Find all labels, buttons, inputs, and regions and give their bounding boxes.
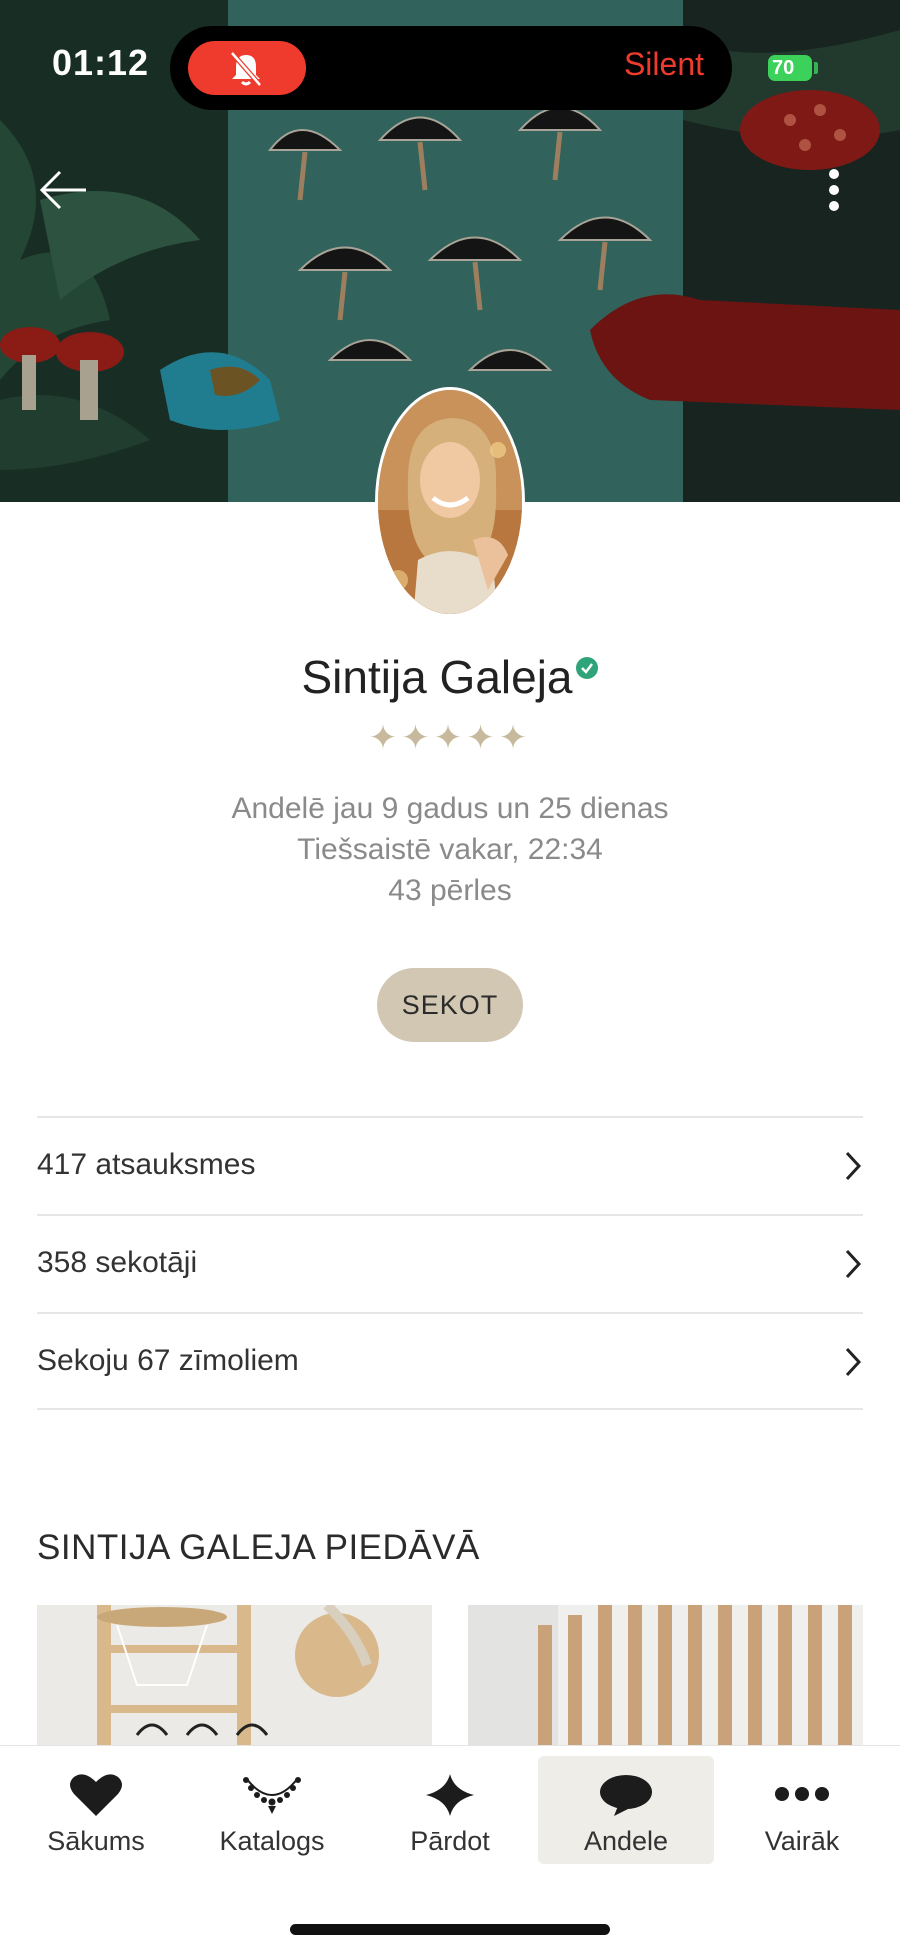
- followers-row[interactable]: 358 sekotāji: [37, 1214, 863, 1312]
- last-online: Tiešsaistē vakar, 22:34: [297, 833, 603, 866]
- nav-item-home[interactable]: Sākums: [8, 1756, 184, 1864]
- arrow-left-icon: [39, 170, 86, 210]
- battery-tip: [814, 62, 818, 74]
- product-image: [468, 1605, 863, 1755]
- more-options-button[interactable]: [814, 164, 854, 220]
- more-vertical-icon: [829, 169, 839, 211]
- back-button[interactable]: [34, 160, 94, 220]
- bottom-navigation: Sākums Katalogs Pārdot Andele Vairāk: [0, 1745, 900, 1952]
- nav-item-more[interactable]: Vairāk: [714, 1756, 890, 1864]
- nav-item-catalog[interactable]: Katalogs: [184, 1756, 360, 1864]
- following-brands-label: Sekoju 67 zīmoliem: [37, 1344, 299, 1377]
- verified-badge-icon: [575, 657, 598, 679]
- avatar-photo: [378, 390, 522, 614]
- chat-bubble-icon: [600, 1775, 652, 1816]
- chevron-right-icon: [845, 1151, 862, 1181]
- offers-section-title: SINTIJA GALEJA PIEDĀVĀ: [37, 1528, 480, 1567]
- nav-label-more: Vairāk: [764, 1826, 840, 1856]
- profile-name: Sintija Galeja: [301, 651, 573, 703]
- diamond-star-icon: [426, 1774, 474, 1816]
- product-image: [37, 1605, 432, 1755]
- following-brands-row[interactable]: Sekoju 67 zīmoliem: [37, 1312, 863, 1410]
- follow-button[interactable]: SEKOT: [377, 968, 523, 1042]
- silent-label: Silent: [623, 46, 704, 82]
- chevron-right-icon: [845, 1347, 862, 1377]
- avatar[interactable]: [375, 387, 525, 617]
- nav-label-catalog: Katalogs: [219, 1826, 325, 1856]
- reviews-row[interactable]: 417 atsauksmes: [37, 1116, 863, 1214]
- more-horizontal-icon: [775, 1787, 829, 1801]
- bell-off-icon: [230, 51, 262, 87]
- necklace-icon: [243, 1777, 301, 1814]
- dynamic-island: Silent: [170, 26, 732, 110]
- member-since: Andelē jau 9 gadus un 25 dienas: [231, 792, 669, 825]
- nav-label-andele: Andele: [583, 1826, 669, 1856]
- pearls-count: 43 pērles: [388, 874, 512, 907]
- status-time: 01:12: [52, 42, 150, 83]
- product-card[interactable]: [37, 1605, 432, 1755]
- silent-indicator: [188, 41, 306, 95]
- heart-icon: [70, 1774, 122, 1816]
- followers-label: 358 sekotāji: [37, 1246, 198, 1279]
- home-indicator: [290, 1924, 610, 1935]
- nav-label-sell: Pārdot: [410, 1826, 490, 1856]
- nav-item-andele[interactable]: Andele: [538, 1756, 714, 1864]
- chevron-right-icon: [845, 1249, 862, 1279]
- battery-indicator: 70: [768, 55, 812, 81]
- nav-label-home: Sākums: [47, 1826, 145, 1856]
- nav-item-sell[interactable]: Pārdot: [362, 1756, 538, 1864]
- profile-name-row: Sintija Galeja: [0, 650, 900, 704]
- rating-stars: ✦✦✦✦✦: [368, 719, 532, 757]
- reviews-label: 417 atsauksmes: [37, 1148, 256, 1181]
- product-card[interactable]: [468, 1605, 863, 1755]
